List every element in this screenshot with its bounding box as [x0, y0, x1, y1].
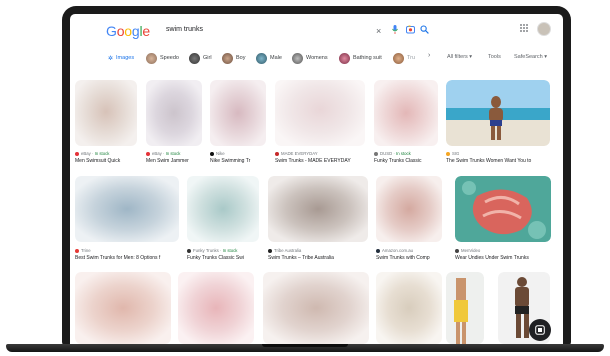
result-caption[interactable]: Best Swim Trunks for Men: 8 Options f	[75, 255, 179, 261]
chip-thumb	[292, 52, 303, 64]
close-icon[interactable]: ×	[376, 25, 381, 37]
result-image[interactable]	[146, 80, 202, 146]
result-image[interactable]	[75, 80, 137, 146]
chip-thumb	[256, 52, 267, 64]
search-input[interactable]: swim trunks	[166, 26, 203, 33]
result-image[interactable]	[187, 176, 259, 242]
chip-womens[interactable]: Womens	[292, 50, 328, 66]
chip-trunks[interactable]: Tru	[393, 50, 415, 66]
chip-thumb	[222, 52, 233, 64]
result-image[interactable]	[75, 272, 171, 344]
result-source: MADE EVERYDAY	[275, 151, 318, 156]
chip-male[interactable]: Male	[256, 50, 282, 66]
search-header: Google swim trunks ×	[70, 14, 563, 48]
all-filters-button[interactable]: All filters ▾	[447, 54, 472, 60]
result-source: eBay · In stock	[146, 151, 180, 156]
chip-thumb	[146, 52, 157, 64]
chip-images[interactable]: ✲ Images	[108, 50, 134, 66]
search-box[interactable]: swim trunks ×	[154, 21, 429, 41]
chip-boy[interactable]: Boy	[222, 50, 245, 66]
result-image[interactable]	[446, 272, 484, 344]
result-source: Trine	[75, 248, 91, 253]
result-image[interactable]	[75, 176, 179, 242]
result-source: Funky Trunks · In stock	[187, 248, 237, 253]
google-logo[interactable]: Google	[106, 23, 150, 39]
result-image[interactable]	[455, 176, 551, 242]
result-image[interactable]	[446, 80, 550, 146]
result-source: eBay · In stock	[75, 151, 109, 156]
result-caption[interactable]: The Swim Trunks Women Want You to	[446, 158, 550, 164]
result-image[interactable]	[374, 80, 438, 146]
result-image[interactable]	[275, 80, 365, 146]
result-image[interactable]	[376, 176, 442, 242]
result-source: SIG	[446, 151, 459, 156]
result-image[interactable]	[210, 80, 266, 146]
chip-girl[interactable]: Girl	[189, 50, 212, 66]
result-caption[interactable]: Men Swim Jammer	[146, 158, 202, 164]
lens-feedback-icon[interactable]	[529, 319, 551, 341]
result-caption[interactable]: Funky Trunks Classic Swi	[187, 255, 259, 261]
result-source: Tribe Australia	[268, 248, 301, 253]
safesearch-button[interactable]: SafeSearch ▾	[514, 54, 547, 60]
search-icon[interactable]	[420, 25, 429, 38]
mic-icon[interactable]	[392, 25, 398, 38]
chip-thumb	[189, 52, 200, 64]
chip-thumb	[339, 52, 350, 64]
result-image[interactable]	[178, 272, 254, 344]
result-caption[interactable]: Swim Trunks with Comp	[376, 255, 442, 261]
laptop-notch	[262, 344, 348, 347]
result-caption[interactable]: Men Swimsuit Quick	[75, 158, 135, 164]
result-caption[interactable]: Swim Trunks – Tribe Australia	[268, 255, 368, 261]
result-image[interactable]	[268, 176, 368, 242]
chip-bathing-suit[interactable]: Bathing suit	[339, 50, 382, 66]
result-source: MenVideo	[455, 248, 480, 253]
avatar[interactable]	[537, 22, 551, 36]
result-source: Amazon.com.au	[376, 248, 413, 253]
result-image[interactable]	[376, 272, 442, 344]
filter-chips: ✲ Images Speedo Girl Boy Male Womens Bat…	[70, 48, 563, 70]
result-source: Nike	[210, 151, 225, 156]
result-image[interactable]	[263, 272, 369, 344]
tools-button[interactable]: Tools	[488, 54, 501, 60]
result-source: DUSD · In stock	[374, 151, 411, 156]
apps-grid-icon[interactable]	[520, 24, 528, 34]
chevron-right-icon[interactable]: ›	[428, 52, 430, 59]
chip-speedo[interactable]: Speedo	[146, 50, 179, 66]
images-icon: ✲	[108, 55, 114, 62]
result-caption[interactable]: Funky Trunks Classic	[374, 158, 438, 164]
camera-icon[interactable]	[406, 25, 415, 38]
browser-screen: Google swim trunks × ✲ Images Speedo Gir…	[70, 14, 563, 344]
result-caption[interactable]: Nike Swimming Tr	[210, 158, 266, 164]
result-caption[interactable]: Wear Undies Under Swim Trunks	[455, 255, 551, 261]
chip-thumb	[393, 52, 404, 64]
result-caption[interactable]: Swim Trunks - MADE EVERYDAY	[275, 158, 365, 164]
